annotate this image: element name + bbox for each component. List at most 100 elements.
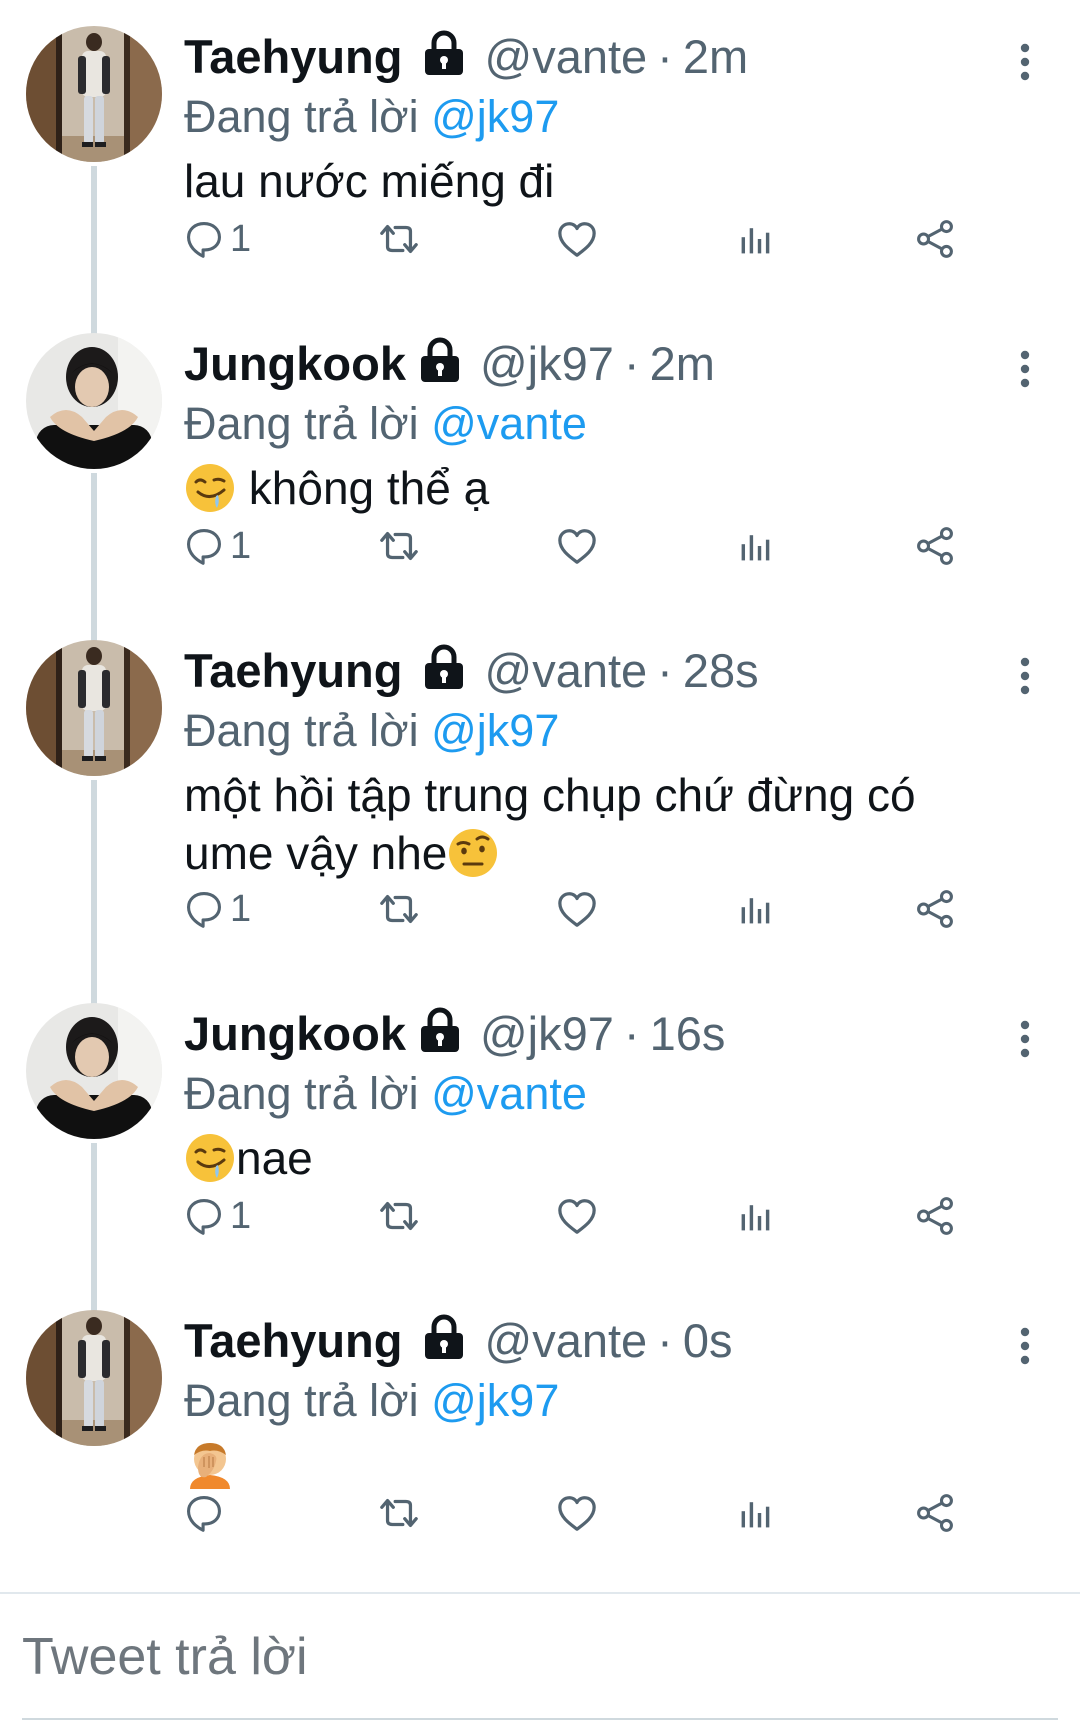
heart-icon bbox=[556, 526, 598, 566]
mention-link[interactable]: @jk97 bbox=[431, 1375, 559, 1426]
mention-link[interactable]: @vante bbox=[431, 1068, 587, 1119]
mention-link[interactable]: @jk97 bbox=[431, 91, 559, 142]
user-handle[interactable]: @vante bbox=[484, 640, 647, 702]
more-vertical-icon[interactable] bbox=[1010, 1019, 1040, 1059]
separator: · bbox=[623, 337, 640, 390]
views-button[interactable] bbox=[738, 214, 774, 264]
share-icon bbox=[914, 525, 956, 567]
views-icon bbox=[738, 890, 774, 928]
avatar[interactable] bbox=[26, 26, 162, 162]
reply-icon bbox=[184, 219, 224, 259]
tweet[interactable]: Taehyung @vante · 28s Đang trả lời @jk97… bbox=[0, 614, 1080, 1006]
like-button[interactable] bbox=[556, 521, 598, 571]
tweet-text: không thể ạ bbox=[184, 459, 1040, 517]
tweet-content: Jungkook @jk97 · 16s Đang trả lời @vante… bbox=[184, 1003, 1040, 1187]
timestamp[interactable]: 16s bbox=[650, 1003, 726, 1065]
reply-icon bbox=[184, 1493, 224, 1533]
tweet-header: Taehyung @vante · 0s bbox=[184, 1310, 1040, 1372]
display-name[interactable]: Taehyung bbox=[184, 26, 402, 88]
tweet-content: Taehyung @vante · 2m Đang trả lời @jk97 … bbox=[184, 26, 1040, 210]
retweet-icon bbox=[376, 218, 422, 260]
reply-button[interactable] bbox=[184, 1488, 230, 1538]
lock-icon bbox=[418, 1007, 462, 1053]
timestamp[interactable]: 2m bbox=[650, 333, 715, 395]
user-handle[interactable]: @vante bbox=[484, 26, 647, 88]
reply-button[interactable]: 1 bbox=[184, 884, 251, 934]
display-name[interactable]: Jungkook bbox=[184, 1003, 406, 1065]
display-name[interactable]: Taehyung bbox=[184, 640, 402, 702]
user-handle[interactable]: @vante bbox=[484, 1310, 647, 1372]
views-button[interactable] bbox=[738, 884, 774, 934]
tweet-text: một hồi tập trung chụp chứ đừng có ume vậ… bbox=[184, 766, 1040, 882]
tweet[interactable]: Jungkook @jk97 · 16s Đang trả lời @vante… bbox=[0, 977, 1080, 1313]
like-button[interactable] bbox=[556, 214, 598, 264]
share-button[interactable] bbox=[914, 521, 956, 571]
user-handle[interactable]: @jk97 bbox=[480, 333, 614, 395]
retweet-button[interactable] bbox=[376, 1191, 422, 1241]
more-vertical-icon[interactable] bbox=[1010, 349, 1040, 389]
timestamp[interactable]: 2m bbox=[683, 26, 748, 88]
mention-link[interactable]: @vante bbox=[431, 398, 587, 449]
retweet-button[interactable] bbox=[376, 1488, 422, 1538]
reply-icon bbox=[184, 1196, 224, 1236]
reply-button[interactable]: 1 bbox=[184, 521, 251, 571]
tweet[interactable]: Taehyung @vante · 0s Đang trả lời @jk97 bbox=[0, 1284, 1080, 1569]
tweet-content: Taehyung @vante · 28s Đang trả lời @jk97… bbox=[184, 640, 1040, 882]
tweet-header: Jungkook @jk97 · 2m bbox=[184, 333, 1040, 395]
display-name[interactable]: Jungkook bbox=[184, 333, 406, 395]
share-icon bbox=[914, 1492, 956, 1534]
timestamp[interactable]: 0s bbox=[683, 1310, 733, 1372]
tweet[interactable]: Taehyung @vante · 2m Đang trả lời @jk97 … bbox=[0, 0, 1080, 336]
like-button[interactable] bbox=[556, 1191, 598, 1241]
user-handle[interactable]: @jk97 bbox=[480, 1003, 614, 1065]
more-vertical-icon[interactable] bbox=[1010, 656, 1040, 696]
avatar[interactable] bbox=[26, 333, 162, 469]
retweet-button[interactable] bbox=[376, 884, 422, 934]
share-icon bbox=[914, 888, 956, 930]
views-icon bbox=[738, 220, 774, 258]
tweet-text bbox=[184, 1436, 1040, 1494]
tweet-actions: 1 bbox=[184, 214, 1032, 264]
retweet-icon bbox=[376, 888, 422, 930]
like-button[interactable] bbox=[556, 884, 598, 934]
more-vertical-icon[interactable] bbox=[1010, 1326, 1040, 1366]
heart-icon bbox=[556, 219, 598, 259]
tweet-content: Taehyung @vante · 0s Đang trả lời @jk97 bbox=[184, 1310, 1040, 1494]
tweet-text-content: không thể ạ bbox=[248, 462, 490, 514]
retweet-icon bbox=[376, 525, 422, 567]
separator: · bbox=[657, 1314, 673, 1367]
views-icon bbox=[738, 527, 774, 565]
avatar[interactable] bbox=[26, 640, 162, 776]
reply-count: 1 bbox=[230, 217, 252, 260]
tweet[interactable]: Jungkook @jk97 · 2m Đang trả lời @vante … bbox=[0, 307, 1080, 643]
share-button[interactable] bbox=[914, 884, 956, 934]
replying-to: Đang trả lời @jk97 bbox=[184, 88, 1040, 146]
views-button[interactable] bbox=[738, 1488, 774, 1538]
avatar-image bbox=[26, 640, 162, 776]
tweet-text: nae bbox=[184, 1129, 1040, 1187]
share-button[interactable] bbox=[914, 1488, 956, 1538]
compose-reply-bar: Tweet trả lời bbox=[0, 1592, 1080, 1723]
views-button[interactable] bbox=[738, 521, 774, 571]
avatar[interactable] bbox=[26, 1003, 162, 1139]
avatar-image bbox=[26, 333, 162, 469]
reply-button[interactable]: 1 bbox=[184, 214, 251, 264]
separator: · bbox=[623, 1007, 640, 1060]
reply-icon bbox=[184, 889, 224, 929]
views-button[interactable] bbox=[738, 1191, 774, 1241]
timestamp[interactable]: 28s bbox=[683, 640, 759, 702]
reply-button[interactable]: 1 bbox=[184, 1191, 251, 1241]
more-vertical-icon[interactable] bbox=[1010, 42, 1040, 82]
mention-link[interactable]: @jk97 bbox=[431, 705, 559, 756]
share-button[interactable] bbox=[914, 1191, 956, 1241]
retweet-button[interactable] bbox=[376, 214, 422, 264]
reply-input[interactable]: Tweet trả lời bbox=[22, 1622, 1062, 1692]
share-button[interactable] bbox=[914, 214, 956, 264]
display-name[interactable]: Taehyung bbox=[184, 1310, 402, 1372]
reply-count: 1 bbox=[230, 887, 252, 930]
lock-icon bbox=[422, 644, 466, 690]
avatar[interactable] bbox=[26, 1310, 162, 1446]
tweet-text-content: nae bbox=[236, 1132, 313, 1184]
like-button[interactable] bbox=[556, 1488, 598, 1538]
retweet-button[interactable] bbox=[376, 521, 422, 571]
